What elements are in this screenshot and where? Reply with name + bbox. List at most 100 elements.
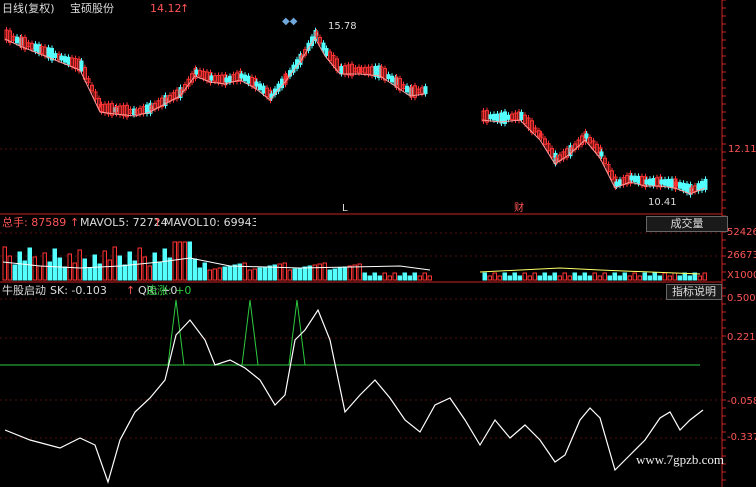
volume-bar [397, 275, 402, 281]
volume-bar [622, 272, 627, 281]
volume-bar [302, 266, 307, 281]
volume-bar [517, 275, 522, 281]
volume-bar [682, 272, 687, 281]
volume-bar [182, 241, 187, 281]
volume-bar [532, 272, 537, 281]
volume-bar [222, 266, 227, 281]
candle-body [488, 114, 493, 120]
volume-bar [242, 262, 247, 281]
volume-bar [217, 267, 222, 281]
volume-bar [262, 266, 267, 281]
volume-bar [627, 275, 632, 281]
volume-bar [47, 261, 52, 281]
volume-bar [187, 241, 192, 281]
candle-body [659, 179, 664, 185]
volume-bar [212, 268, 217, 281]
volume-bar [177, 241, 182, 281]
candle-body [15, 36, 19, 44]
candle-body [678, 182, 682, 189]
candle-body [423, 86, 428, 95]
candle-body [261, 85, 266, 94]
volume-bar [327, 269, 332, 281]
volume-bar [582, 272, 587, 281]
volume-bar [702, 272, 707, 281]
volume-bar [127, 251, 132, 281]
volume-bar [387, 275, 392, 281]
volume-bar [87, 267, 92, 281]
volume-bar [162, 248, 167, 281]
sk-line [4, 308, 704, 484]
volume-bar [227, 265, 232, 281]
mavol10-label: MAVOL10: 69943 [164, 216, 256, 229]
low-price-label: 10.41 [648, 197, 677, 208]
candle-body [506, 114, 511, 120]
volume-bar [507, 275, 512, 281]
volume-bar [57, 257, 62, 281]
volume-bar [147, 265, 152, 281]
volume-bar [157, 261, 162, 281]
candle-body [246, 75, 251, 84]
chart-canvas: ◆◆ [0, 0, 726, 487]
volume-bar [697, 275, 702, 281]
indicator-name: 牛股启动 [2, 284, 46, 297]
candle-body [651, 178, 656, 186]
volume-bar [587, 275, 592, 281]
volume-bar [292, 268, 297, 281]
volume-bar [132, 260, 137, 281]
volume-bar [577, 275, 582, 281]
volume-bar [27, 247, 32, 281]
volume-bar [197, 267, 202, 281]
volume-bar [372, 272, 377, 281]
volume-bar [567, 275, 572, 281]
volume-bar [417, 275, 422, 281]
candle-body [386, 74, 391, 80]
volume-bar [152, 252, 157, 281]
volume-bar [207, 269, 212, 281]
volume-bar [412, 272, 417, 281]
volume-bar [82, 258, 87, 281]
candle-body [405, 85, 409, 93]
candle-body [373, 65, 378, 77]
candle-body [53, 53, 58, 59]
volume-bar [592, 272, 597, 281]
diamond-icon: ◆◆ [282, 16, 298, 27]
volume-bar [502, 272, 507, 281]
volume-bar [277, 263, 282, 281]
volume-total-label: 总手: 87589 [2, 216, 67, 229]
volume-bar [32, 256, 37, 281]
volume-bar [522, 272, 527, 281]
volume-bar [192, 258, 197, 281]
volume-bar [642, 272, 647, 281]
volume-bar [122, 264, 127, 281]
candle-body [390, 75, 394, 83]
volume-bar [172, 241, 177, 281]
volume-bar [602, 272, 607, 281]
volume-bar [492, 272, 497, 281]
candle-body [66, 56, 71, 65]
volume-bar [562, 272, 567, 281]
candle-body [324, 48, 329, 56]
volume-dropdown-button[interactable]: 成交量 [646, 216, 728, 232]
indicator-help-button[interactable]: 指标说明 [666, 284, 722, 300]
volume-bar [362, 272, 367, 281]
volume-bar [367, 275, 372, 281]
volume-bar [297, 267, 302, 281]
volume-bar [542, 272, 547, 281]
volume-bar [487, 275, 492, 281]
volume-bar [112, 246, 117, 281]
volume-bar [632, 272, 637, 281]
volume-bar [647, 275, 652, 281]
candle-body [495, 113, 500, 122]
mavol5-arrow-icon: ↑ [153, 216, 163, 229]
candle-body [685, 183, 689, 193]
signal-spike [241, 299, 259, 366]
volume-bar [102, 250, 107, 281]
zz-label: 追涨: +0 [146, 284, 192, 297]
volume-bar [687, 275, 692, 281]
candle-body [46, 47, 51, 59]
volume-bar [667, 275, 672, 281]
sk-arrow-icon: ↑ [126, 284, 136, 297]
volume-bar [377, 275, 382, 281]
candle-body [209, 75, 214, 81]
volume-bar [672, 272, 677, 281]
